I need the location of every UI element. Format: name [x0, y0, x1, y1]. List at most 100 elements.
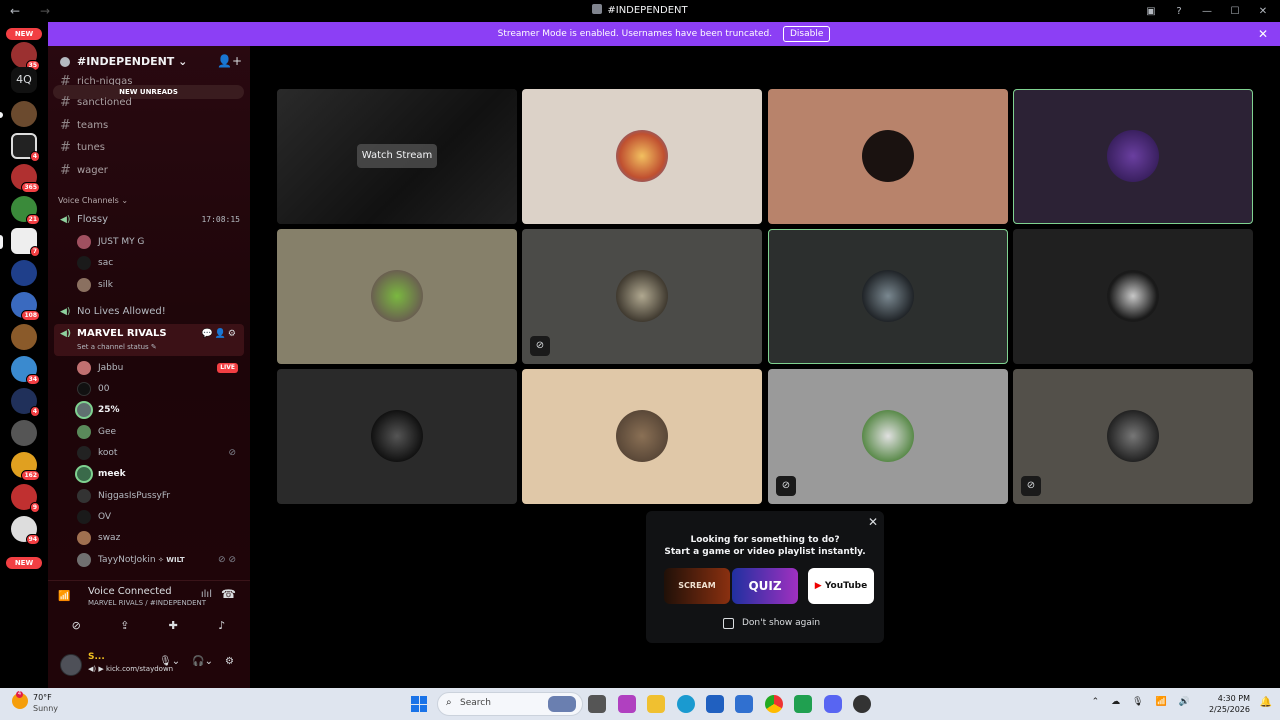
server-icon-6[interactable]: 21: [11, 196, 40, 225]
channel-wager[interactable]: # wager: [54, 161, 244, 181]
settings-gear-icon[interactable]: ⚙: [225, 656, 234, 667]
channel-teams[interactable]: # teams: [54, 116, 244, 136]
signal-icon[interactable]: 📶: [58, 591, 70, 602]
server-icon-1[interactable]: 35: [11, 42, 40, 71]
server-icon-5[interactable]: 365: [11, 164, 40, 193]
video-tile[interactable]: [522, 369, 762, 504]
voice-user[interactable]: Gee: [76, 422, 244, 442]
server-icon-7[interactable]: 7: [11, 228, 40, 257]
share-screen-icon[interactable]: ⇪: [103, 614, 148, 636]
voice-user[interactable]: Jabbu LIVE: [76, 358, 244, 378]
voice-category[interactable]: Voice Channels ⌄: [58, 196, 128, 205]
guild-name[interactable]: #INDEPENDENT ⌄: [77, 55, 187, 68]
server-icon-16[interactable]: 94: [11, 516, 40, 545]
maximize-button[interactable]: ☐: [1224, 2, 1246, 20]
channel-status[interactable]: Set a channel status ✎: [77, 342, 157, 352]
voice-user[interactable]: koot ⊘: [76, 443, 244, 463]
channel-actions[interactable]: 💬👤⚙: [202, 324, 238, 344]
outlook-icon[interactable]: [735, 695, 753, 713]
new-servers-pill-bottom[interactable]: NEW: [6, 557, 42, 569]
server-icon-4q[interactable]: 4Q: [11, 67, 37, 93]
activities-icon[interactable]: ✚: [151, 614, 196, 636]
soundboard-icon[interactable]: ♪: [200, 614, 245, 636]
video-tile[interactable]: [1013, 229, 1253, 364]
server-icon-8[interactable]: [11, 260, 37, 286]
voice-channel-no-lives[interactable]: ◀) No Lives Allowed!: [54, 302, 244, 322]
stream-tile[interactable]: Watch Stream: [277, 89, 517, 224]
server-icon-13[interactable]: [11, 420, 37, 446]
voice-user[interactable]: meek: [76, 464, 244, 484]
new-servers-pill[interactable]: NEW: [6, 28, 42, 40]
voice-channel-flossy[interactable]: ◀) Flossy 17:08:15: [54, 210, 244, 230]
server-icon-11[interactable]: 34: [11, 356, 40, 385]
invite-people-icon[interactable]: 👤+: [217, 54, 242, 68]
help-icon[interactable]: ?: [1168, 2, 1190, 20]
app-icon[interactable]: [853, 695, 871, 713]
microphone-icon[interactable]: 🎙⌄: [159, 656, 180, 667]
voice-user[interactable]: silk: [76, 275, 244, 295]
activity-youtube[interactable]: ▶ YouTube: [808, 568, 874, 604]
taskbar-clock[interactable]: 4:30 PM 2/25/2026: [1209, 693, 1250, 715]
video-tile[interactable]: ⊘: [1013, 369, 1253, 504]
microphone-icon[interactable]: 🎙: [1132, 697, 1143, 707]
video-tile-speaking[interactable]: [1013, 89, 1253, 224]
app-icon[interactable]: [618, 695, 636, 713]
video-tile[interactable]: ⊘: [768, 369, 1008, 504]
video-tile[interactable]: ⊘: [522, 229, 762, 364]
server-icon-10[interactable]: [11, 324, 37, 350]
avatar[interactable]: [60, 654, 82, 676]
chrome-icon[interactable]: [765, 695, 783, 713]
server-icon-15[interactable]: 9: [11, 484, 40, 513]
discord-icon[interactable]: [824, 695, 842, 713]
channel-tunes[interactable]: # tunes: [54, 138, 244, 158]
minimize-button[interactable]: —: [1196, 2, 1218, 20]
voice-user[interactable]: swaz: [76, 528, 244, 548]
voice-user[interactable]: 25%: [76, 400, 244, 420]
cloud-icon[interactable]: ☁: [1111, 697, 1120, 707]
disconnect-icon[interactable]: ☎: [221, 587, 236, 601]
voice-user[interactable]: TayyNotJokin ✧ WILT ⊘ ⊘: [76, 550, 244, 570]
notification-bell-icon[interactable]: 🔔: [1260, 697, 1272, 708]
server-icon-12[interactable]: 4: [11, 388, 40, 417]
server-icon-14[interactable]: 162: [11, 452, 40, 481]
start-button-icon[interactable]: [411, 696, 427, 712]
watch-stream-button[interactable]: Watch Stream: [357, 144, 437, 168]
wifi-icon[interactable]: 📶: [1156, 697, 1167, 707]
voice-channel-marvel-rivals[interactable]: ◀) MARVEL RIVALS 💬👤⚙ Set a channel statu…: [54, 324, 244, 356]
noise-suppression-icon[interactable]: ılıl: [201, 589, 212, 600]
close-window-button[interactable]: ✕: [1252, 2, 1274, 20]
video-tile[interactable]: [522, 89, 762, 224]
server-icon-4[interactable]: 4: [11, 133, 40, 162]
file-explorer-icon[interactable]: [647, 695, 665, 713]
video-tile[interactable]: [277, 229, 517, 364]
video-tile[interactable]: [277, 369, 517, 504]
dont-show-checkbox[interactable]: [723, 618, 734, 629]
voice-user[interactable]: OV: [76, 507, 244, 527]
video-tile-speaking[interactable]: [768, 229, 1008, 364]
store-icon[interactable]: [706, 695, 724, 713]
voice-user[interactable]: sac: [76, 253, 244, 273]
taskbar-search[interactable]: ⌕ Search: [437, 692, 583, 716]
chevron-up-icon[interactable]: ⌃: [1092, 697, 1100, 707]
close-popup-icon[interactable]: ✕: [868, 515, 878, 529]
channel-sanctioned[interactable]: # sanctioned: [54, 93, 244, 113]
edge-browser-icon[interactable]: [677, 695, 695, 713]
server-icon-3[interactable]: [11, 101, 37, 127]
volume-icon[interactable]: 🔊: [1179, 697, 1190, 707]
headphones-icon[interactable]: 🎧⌄: [192, 656, 213, 667]
close-banner-icon[interactable]: ✕: [1258, 22, 1268, 46]
video-tile[interactable]: [768, 89, 1008, 224]
inbox-icon[interactable]: ▣: [1140, 2, 1162, 20]
server-icon-9[interactable]: 108: [11, 292, 40, 321]
activity-scream[interactable]: SCREAM: [664, 568, 730, 604]
voice-connected-sub[interactable]: MARVEL RIVALS / #INDEPENDENT: [88, 599, 206, 607]
voice-user[interactable]: 00: [76, 379, 244, 399]
user-panel-name[interactable]: S...: [88, 652, 105, 662]
camera-off-icon[interactable]: ⊘: [54, 614, 99, 636]
task-view-icon[interactable]: [588, 695, 606, 713]
weather-temp[interactable]: 70°F: [33, 693, 52, 702]
disable-streamer-mode-button[interactable]: Disable: [782, 26, 831, 42]
voice-user[interactable]: JUST MY G: [76, 232, 244, 252]
app-icon[interactable]: [794, 695, 812, 713]
activity-quiz[interactable]: QUIZ: [732, 568, 798, 604]
